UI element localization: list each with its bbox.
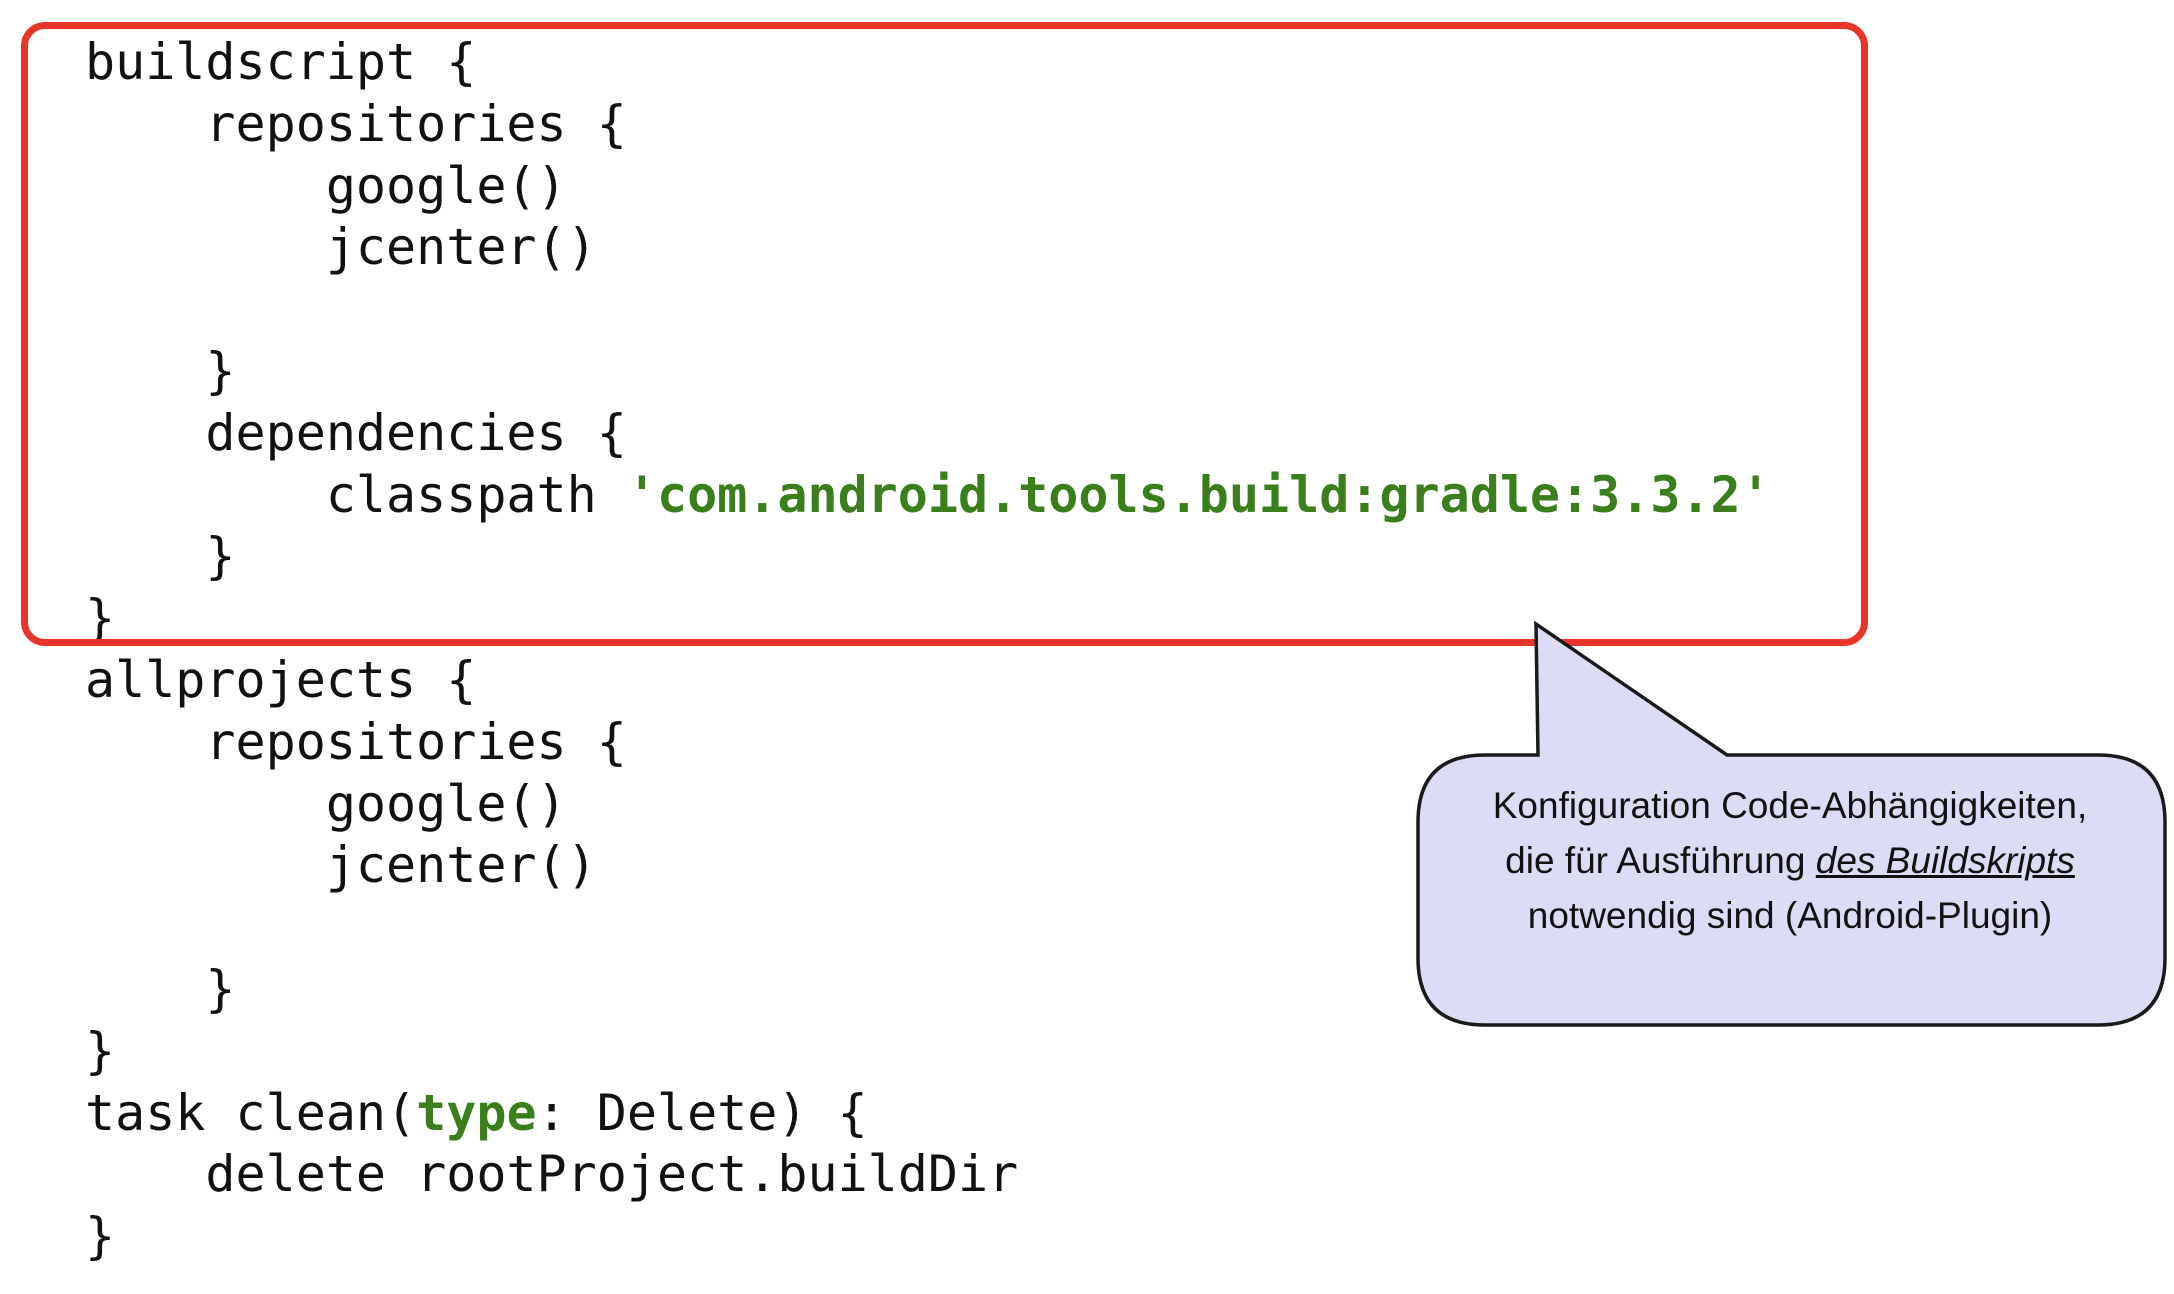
callout-emphasis: des Buildskripts xyxy=(1815,840,2075,881)
callout-line: notwendig sind (Android-Plugin) xyxy=(1527,895,2053,936)
callout-bubble xyxy=(1416,620,2167,1027)
callout-text-part: die für Ausführung xyxy=(1505,840,1816,881)
callout-line: die für Ausführung des Buildskripts xyxy=(1420,833,2160,888)
callout-line: Konfiguration Code-Abhängigkeiten, xyxy=(1492,785,2088,826)
callout-text: Konfiguration Code-Abhängigkeiten, die f… xyxy=(1420,778,2160,943)
